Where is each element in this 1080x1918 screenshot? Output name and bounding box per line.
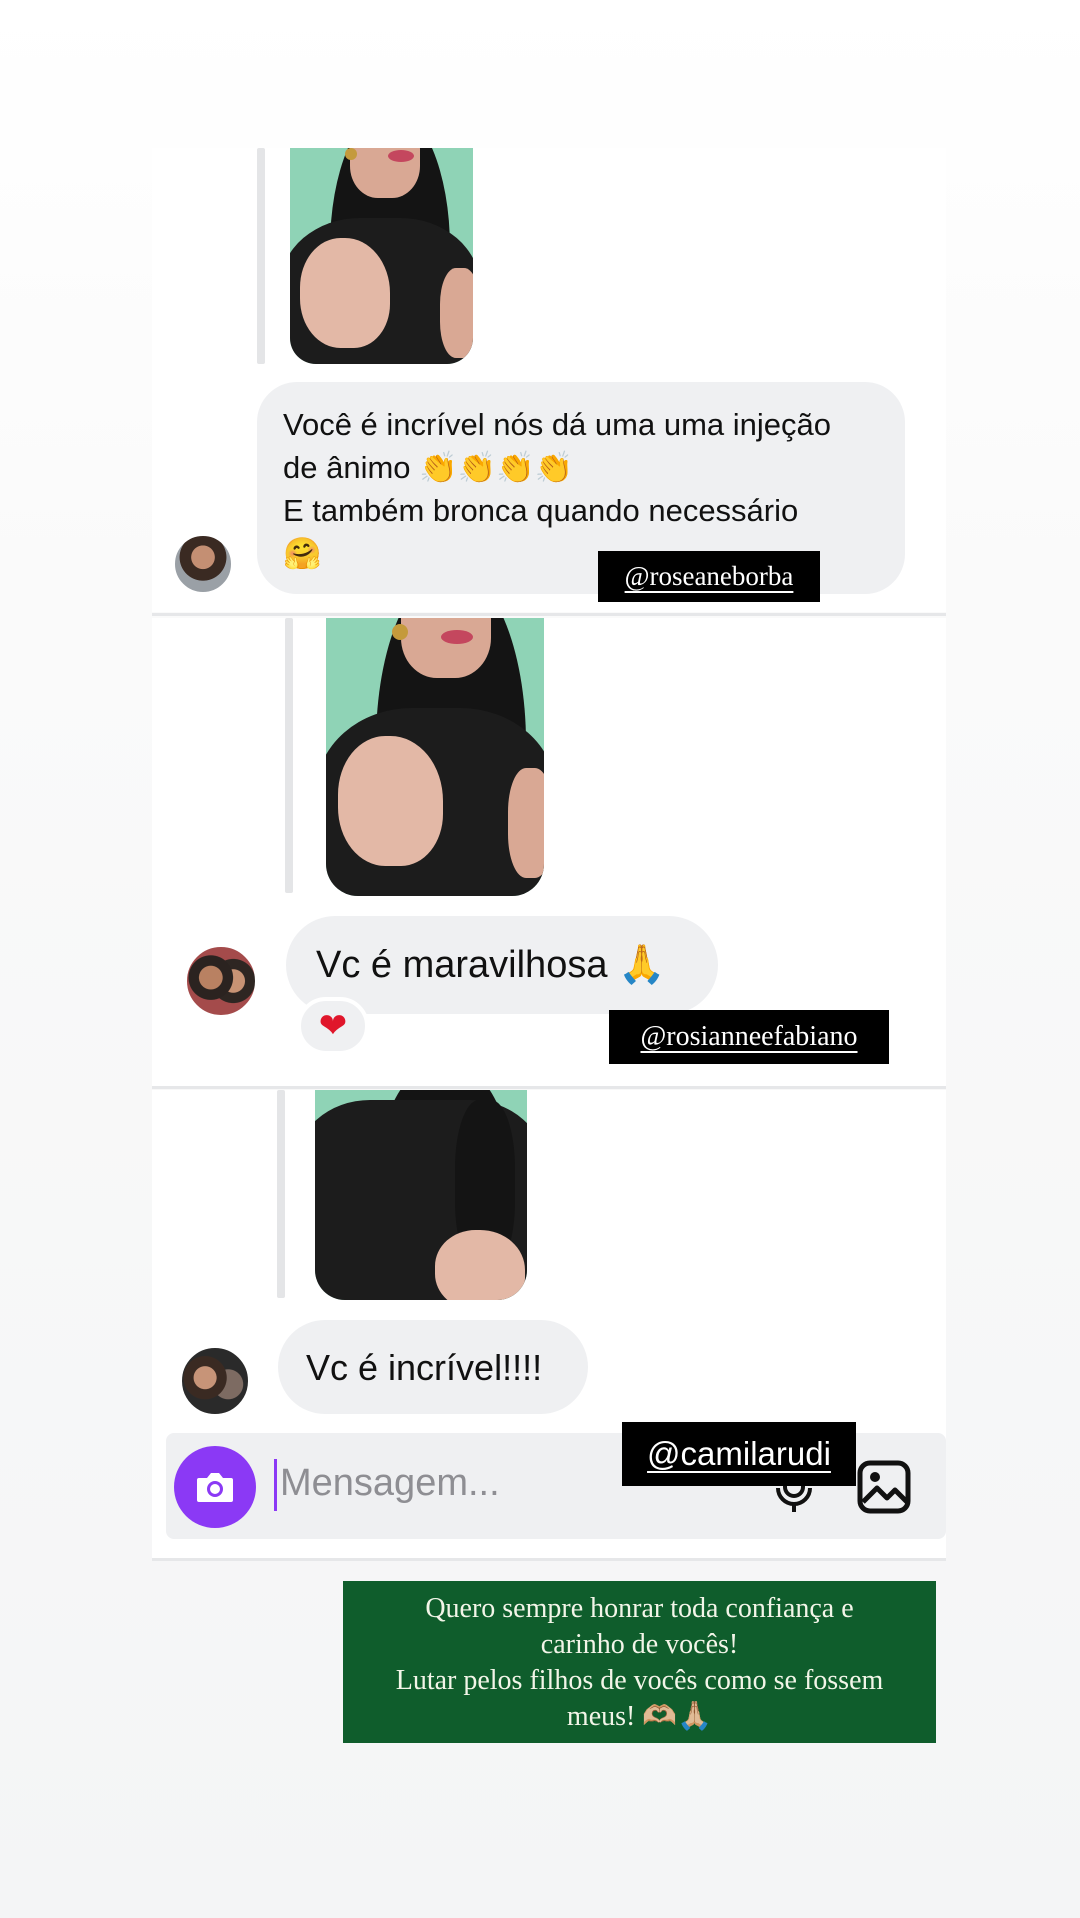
story-caption: Quero sempre honrar toda confiança e car…: [343, 1581, 936, 1743]
avatar[interactable]: [180, 1346, 250, 1416]
heart-reaction-icon[interactable]: ❤: [297, 997, 369, 1055]
message-line: de ânimo 👏👏👏👏: [283, 450, 574, 485]
camera-button[interactable]: [174, 1446, 256, 1528]
story-reply-thumbnail[interactable]: [326, 618, 544, 896]
mention-tag[interactable]: @rosianneefabiano: [609, 1010, 889, 1064]
message-input[interactable]: Mensagem...: [280, 1462, 500, 1505]
story-reply-thumbnail[interactable]: [290, 148, 473, 364]
avatar[interactable]: [173, 534, 233, 594]
caption-line: Lutar pelos filhos de vocês como se foss…: [395, 1665, 884, 1696]
divider: [152, 1086, 946, 1089]
message-bubble: Vc é incrível!!!!: [278, 1320, 588, 1414]
divider: [152, 613, 946, 616]
reply-indicator: [277, 1090, 285, 1298]
caption-line: meus! 🫶🏼🙏🏼: [566, 1701, 713, 1732]
camera-icon: [197, 1473, 233, 1502]
avatar[interactable]: [185, 945, 257, 1017]
reply-indicator: [257, 148, 265, 364]
message-line: Vc é maravilhosa 🙏: [316, 944, 666, 986]
message-line: Você é incrível nós dá uma uma injeção: [283, 407, 831, 442]
caption-line: carinho de vocês!: [540, 1629, 739, 1660]
caption-line: Quero sempre honrar toda confiança e: [425, 1593, 854, 1624]
mention-tag[interactable]: @camilarudi: [622, 1422, 856, 1486]
message-line: E também bronca quando necessário: [283, 493, 799, 528]
divider: [152, 1558, 946, 1561]
reply-indicator: [285, 618, 293, 893]
story-reply-thumbnail[interactable]: [315, 1090, 527, 1300]
mention-tag[interactable]: @roseaneborba: [598, 551, 820, 602]
text-cursor: [274, 1459, 277, 1511]
image-icon[interactable]: [857, 1460, 911, 1514]
message-line: Vc é incrível!!!!: [306, 1347, 543, 1388]
